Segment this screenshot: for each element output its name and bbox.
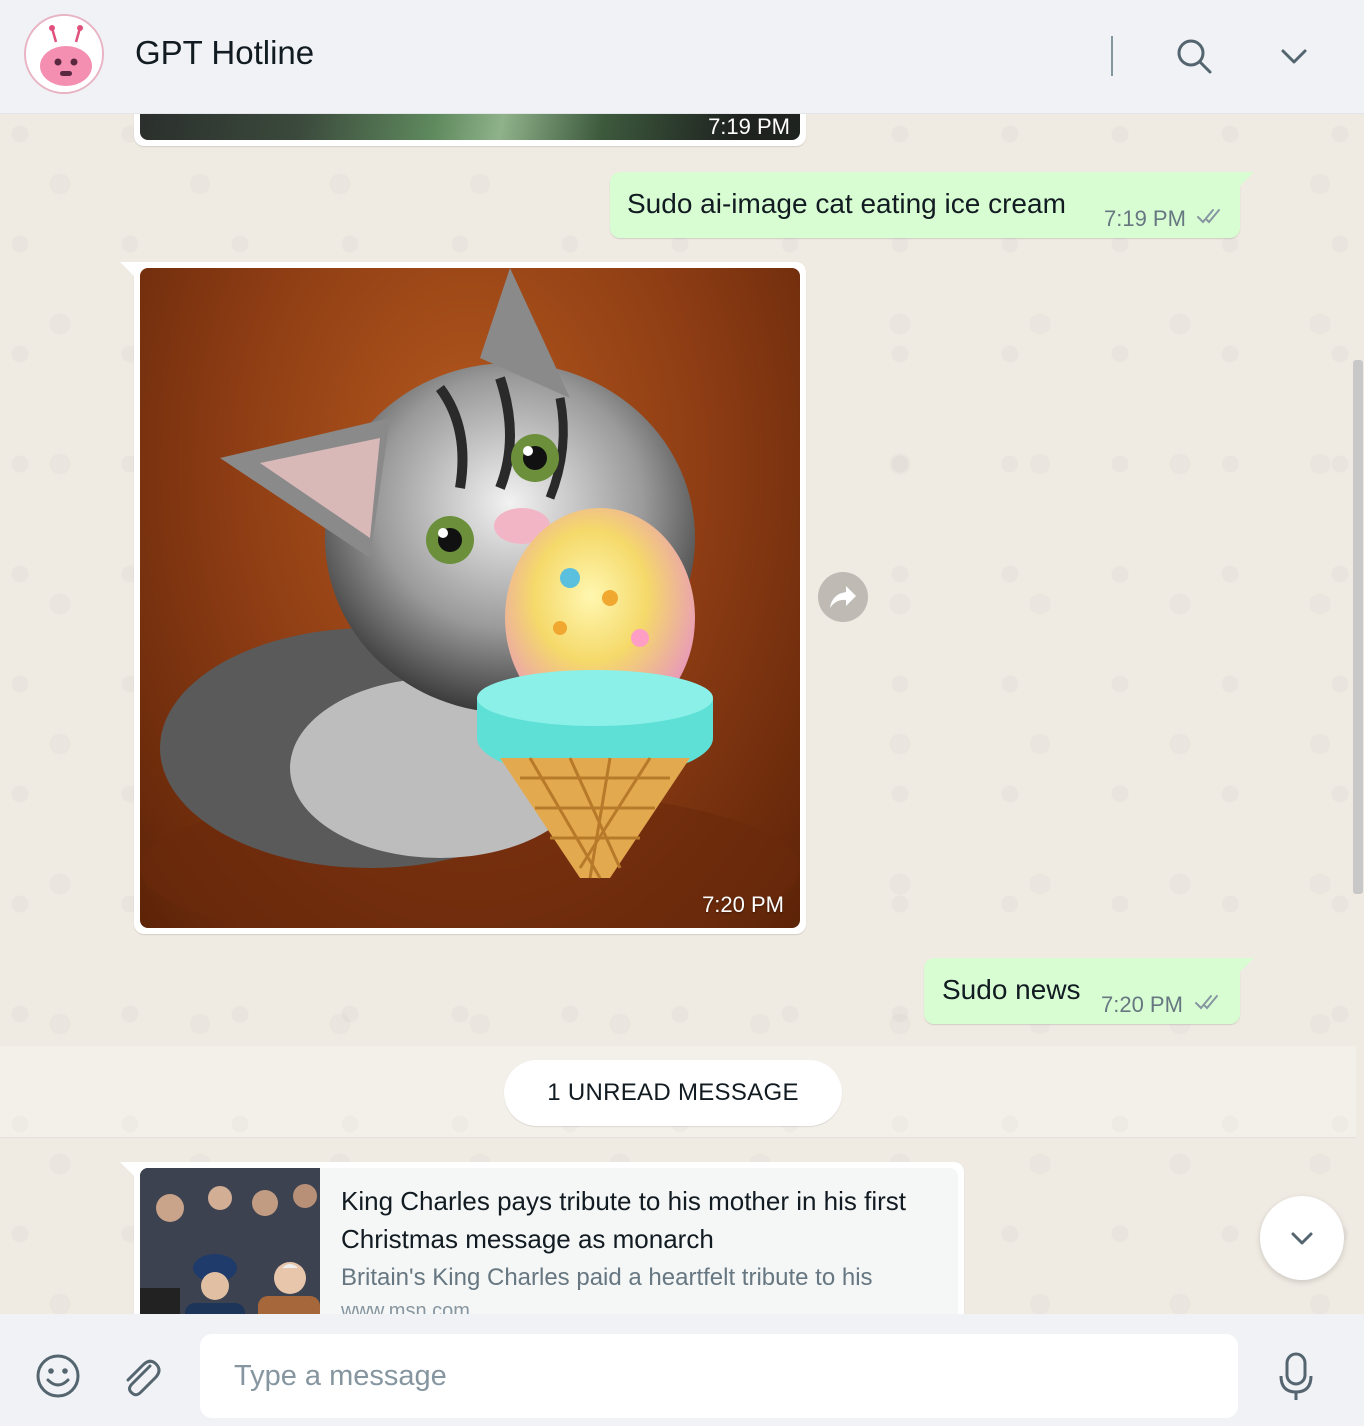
search-button[interactable] xyxy=(1174,36,1214,76)
message-text: Sudo ai-image cat eating ice cream xyxy=(627,188,1066,219)
message-time: 7:19 PM xyxy=(1104,206,1186,231)
paperclip-icon xyxy=(126,1359,161,1397)
news-url[interactable]: www.msn.com xyxy=(341,1300,470,1314)
message-time: 7:20 PM xyxy=(1101,992,1183,1017)
voice-message-button[interactable] xyxy=(1272,1350,1320,1402)
emoji-icon xyxy=(36,1354,80,1398)
chevron-down-icon xyxy=(1281,49,1307,64)
cat-eating-ice-cream-illustration xyxy=(140,268,800,928)
contact-avatar[interactable] xyxy=(24,14,104,94)
search-icon xyxy=(1177,39,1212,74)
header-divider xyxy=(1111,36,1113,76)
forward-icon xyxy=(830,586,856,608)
chat-header: GPT Hotline xyxy=(0,0,1364,114)
forward-button[interactable] xyxy=(818,572,868,622)
outgoing-message-news-request[interactable]: Sudo news 7:20 PM xyxy=(924,958,1254,1024)
double-check-icon xyxy=(1197,209,1220,224)
unread-message-badge: 1 UNREAD MESSAGE xyxy=(504,1060,842,1126)
menu-button[interactable] xyxy=(1274,36,1314,76)
previous-image[interactable] xyxy=(140,114,800,140)
message-time: 7:19 PM xyxy=(708,114,790,139)
news-thumbnail[interactable] xyxy=(140,1168,320,1314)
emoji-button[interactable] xyxy=(34,1352,82,1400)
previous-image-message[interactable]: 7:19 PM xyxy=(134,114,806,146)
chat-scrollbar[interactable] xyxy=(1353,360,1363,894)
incoming-image-message[interactable]: 7:20 PM xyxy=(120,262,806,934)
news-title: King Charles pays tribute to his mother … xyxy=(341,1186,907,1254)
message-time: 7:20 PM xyxy=(702,892,784,917)
cat-ice-cream-image[interactable]: 7:20 PM xyxy=(140,268,800,928)
link-preview-card[interactable]: King Charles pays tribute to his mother … xyxy=(140,1168,958,1314)
chat-title[interactable]: GPT Hotline xyxy=(135,34,314,72)
news-description: Britain's King Charles paid a heartfelt … xyxy=(341,1264,873,1291)
message-composer xyxy=(0,1314,1364,1426)
message-list[interactable]: 7:19 PM Sudo ai-image cat eating ice cre… xyxy=(0,114,1364,1314)
message-input[interactable] xyxy=(200,1334,1238,1418)
chevron-down-icon xyxy=(1291,1232,1313,1245)
double-check-icon xyxy=(1195,995,1218,1010)
attach-button[interactable] xyxy=(116,1352,164,1400)
outgoing-message-cat-request[interactable]: Sudo ai-image cat eating ice cream 7:19 … xyxy=(610,172,1254,238)
incoming-news-message[interactable]: King Charles pays tribute to his mother … xyxy=(120,1162,964,1314)
message-text: Sudo news xyxy=(942,974,1081,1005)
microphone-icon xyxy=(1279,1352,1313,1400)
robot-avatar-icon xyxy=(26,16,102,92)
news-photo xyxy=(140,1168,320,1314)
scroll-to-bottom-button[interactable] xyxy=(1260,1196,1344,1280)
